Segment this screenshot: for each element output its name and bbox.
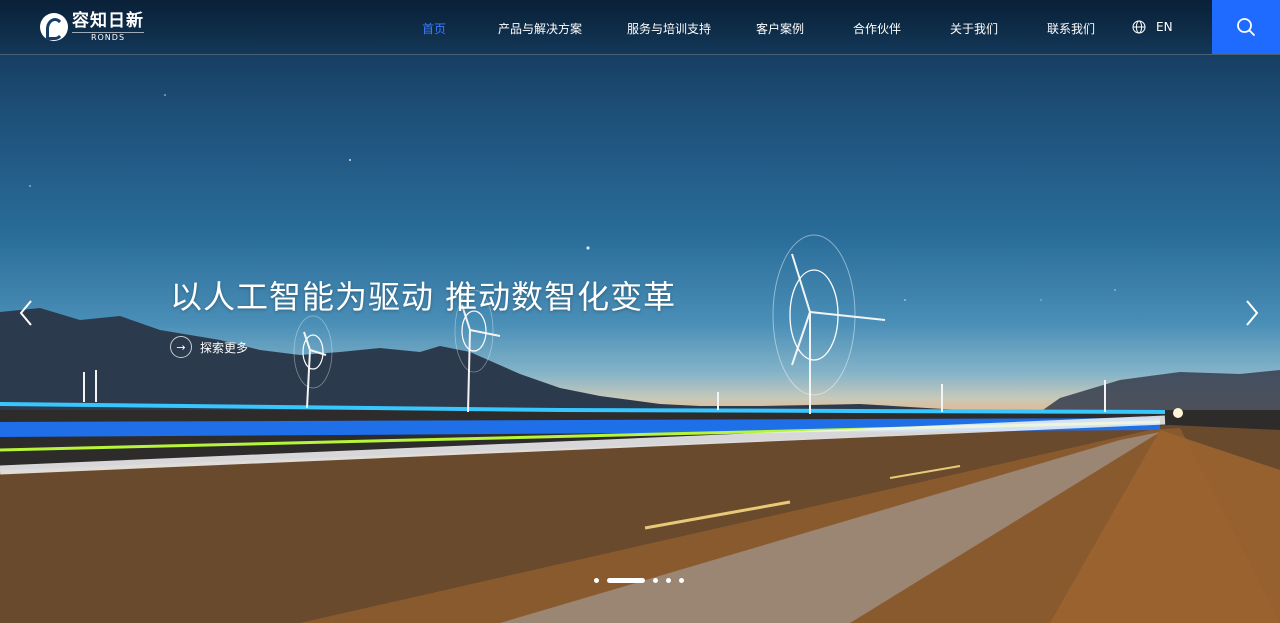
- nav-partners[interactable]: 合作伙伴: [853, 20, 901, 37]
- language-label: EN: [1156, 20, 1173, 34]
- explore-more-label: 探索更多: [200, 340, 249, 355]
- globe-icon: [1132, 20, 1146, 34]
- site-header: 容知日新 RONDS 首页 产品与解决方案 服务与培训支持 客户案例 合作伙伴 …: [0, 0, 1280, 55]
- logo-text-cn: 容知日新: [72, 10, 144, 31]
- chevron-left-icon[interactable]: [16, 298, 36, 328]
- logo-mark-icon: [40, 13, 68, 41]
- chevron-right-icon[interactable]: [1242, 298, 1262, 328]
- nav-about-us[interactable]: 关于我们: [950, 20, 998, 37]
- search-button[interactable]: [1212, 0, 1280, 54]
- carousel-dot[interactable]: [594, 578, 599, 583]
- nav-products-solutions[interactable]: 产品与解决方案: [498, 20, 582, 37]
- carousel-dot[interactable]: [666, 578, 671, 583]
- language-switch[interactable]: EN: [1132, 20, 1173, 34]
- carousel-pagination: [594, 578, 692, 583]
- carousel-dot[interactable]: [653, 578, 658, 583]
- hero-headline: 以人工智能为驱动 推动数智化变革: [170, 278, 677, 316]
- nav-home[interactable]: 首页: [422, 20, 446, 37]
- search-icon: [1237, 18, 1255, 36]
- nav-service-training[interactable]: 服务与培训支持: [627, 20, 711, 37]
- carousel-dot[interactable]: [679, 578, 684, 583]
- nav-contact-us[interactable]: 联系我们: [1047, 20, 1095, 37]
- carousel-dot-active[interactable]: [607, 578, 645, 583]
- nav-customer-cases[interactable]: 客户案例: [756, 20, 804, 37]
- arrow-right-icon: →: [170, 336, 192, 358]
- ronds-logo[interactable]: 容知日新 RONDS: [40, 12, 144, 42]
- explore-more-button[interactable]: → 探索更多: [170, 336, 248, 358]
- logo-text-en: RONDS: [72, 31, 144, 42]
